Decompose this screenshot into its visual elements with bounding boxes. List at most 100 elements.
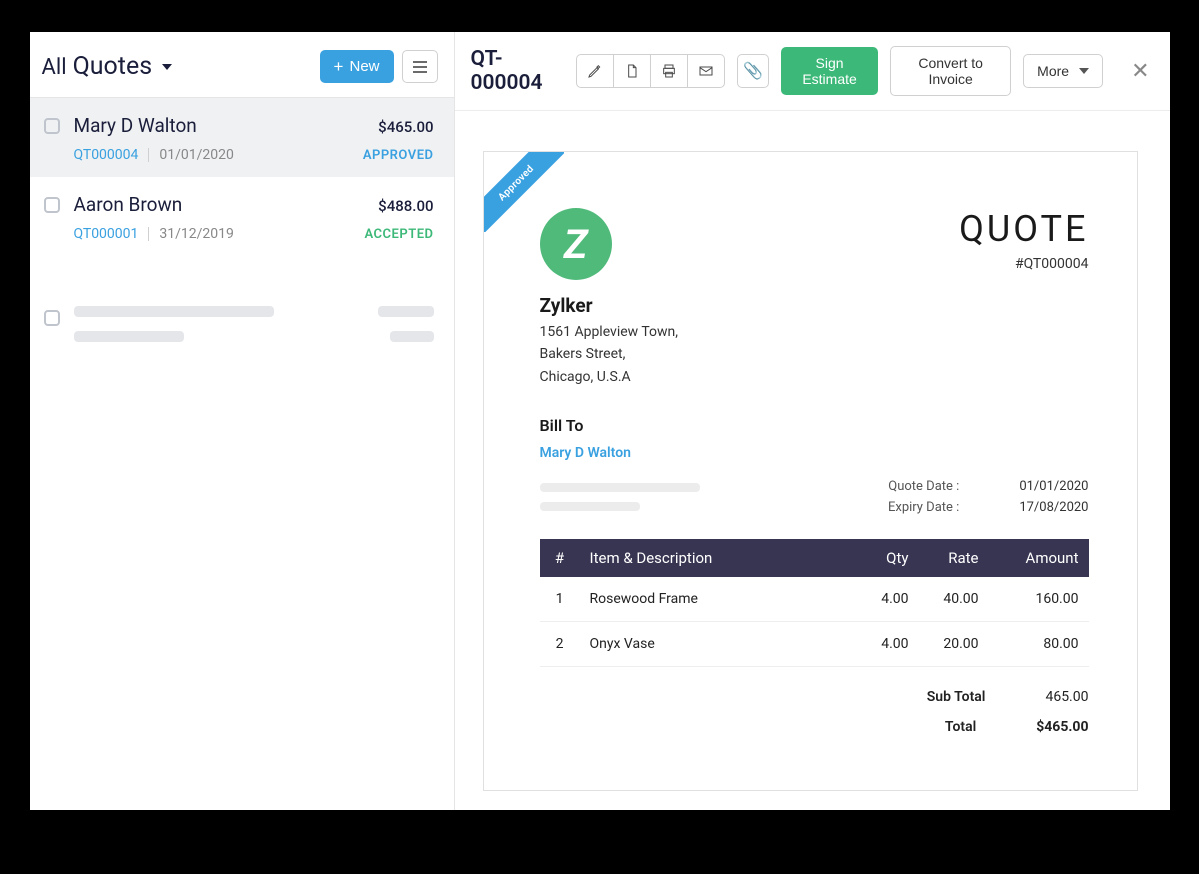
quote-status: APPROVED (363, 148, 434, 163)
table-row: 2Onyx Vase4.0020.0080.00 (540, 622, 1089, 667)
quote-date: 31/12/2019 (159, 226, 234, 242)
chevron-down-icon (1079, 68, 1089, 74)
document-header: Z Zylker 1561 Appleview Town, Bakers Str… (540, 208, 1089, 388)
bill-to-label: Bill To (540, 416, 1089, 435)
quote-date-label: Quote Date : (888, 479, 959, 494)
paperclip-icon: 📎 (743, 61, 763, 81)
bill-to-address-placeholder (540, 483, 700, 521)
close-button[interactable]: ✕ (1127, 59, 1153, 84)
col-amount: Amount (989, 539, 1089, 577)
checkbox (44, 310, 60, 326)
more-label: More (1037, 63, 1069, 79)
address-line: Bakers Street, (540, 343, 679, 365)
cell-rate: 20.00 (919, 622, 989, 667)
quote-document: Approved Z Zylker 1561 Appleview Town, B… (483, 151, 1138, 791)
plus-icon: + (334, 58, 344, 75)
email-button[interactable] (687, 54, 725, 88)
col-number: # (540, 539, 580, 577)
pdf-button[interactable] (613, 54, 651, 88)
quote-list-item[interactable]: Mary D Walton $465.00 QT000004 01/01/2020 AP… (30, 98, 454, 177)
filter-name-label: Quotes (73, 52, 153, 81)
cell-number: 2 (540, 622, 580, 667)
items-table: # Item & Description Qty Rate Amount 1Ro… (540, 539, 1089, 667)
cell-description: Rosewood Frame (580, 577, 849, 622)
document-title: QUOTE (959, 208, 1088, 250)
divider (148, 227, 149, 241)
quote-status: ACCEPTED (364, 227, 433, 242)
filter-dropdown[interactable]: All Quotes (42, 52, 173, 81)
address-line: 1561 Appleview Town, (540, 321, 679, 343)
pencil-icon (587, 63, 603, 79)
total-value: $465.00 (1036, 719, 1088, 735)
edit-button[interactable] (576, 54, 614, 88)
status-ribbon: Approved (484, 152, 564, 232)
company-name: Zylker (540, 294, 679, 317)
quote-list: Mary D Walton $465.00 QT000004 01/01/2020 AP… (30, 98, 454, 810)
subtotal-value: 465.00 (1045, 689, 1088, 705)
checkbox[interactable] (44, 197, 60, 213)
address-line: Chicago, U.S.A (540, 366, 679, 388)
customer-name: Aaron Brown (74, 193, 183, 216)
divider (148, 148, 149, 162)
table-header-row: # Item & Description Qty Rate Amount (540, 539, 1089, 577)
customer-name: Mary D Walton (74, 114, 197, 137)
date-block: Quote Date : 01/01/2020 Expiry Date : 17… (888, 479, 1089, 521)
cell-description: Onyx Vase (580, 622, 849, 667)
quote-date-value: 01/01/2020 (1019, 479, 1088, 494)
attach-button[interactable]: 📎 (737, 54, 769, 88)
pdf-icon (624, 63, 640, 79)
quote-list-item-skeleton (30, 286, 454, 370)
quote-number: QT000004 (74, 147, 139, 163)
bill-to-customer: Mary D Walton (540, 445, 1089, 461)
cell-number: 1 (540, 577, 580, 622)
new-button-label: New (349, 58, 379, 75)
total-label: Total (945, 719, 976, 735)
col-item: Item & Description (580, 539, 849, 577)
subtotal-row: Sub Total 465.00 (540, 689, 1089, 705)
total-row: Total $465.00 (540, 719, 1089, 735)
bill-to-section: Bill To Mary D Walton (540, 416, 1089, 461)
sign-estimate-button[interactable]: Sign Estimate (781, 47, 878, 95)
totals-block: Sub Total 465.00 Total $465.00 (540, 689, 1089, 735)
print-button[interactable] (650, 54, 688, 88)
expiry-date-row: Expiry Date : 17/08/2020 (888, 500, 1089, 515)
document-number: #QT000004 (959, 256, 1088, 272)
expiry-date-value: 17/08/2020 (1019, 500, 1088, 515)
quote-number: QT000001 (74, 226, 139, 242)
expiry-date-label: Expiry Date : (888, 500, 959, 515)
new-quote-button[interactable]: + New (320, 50, 394, 83)
quote-amount: $488.00 (378, 197, 433, 215)
cell-qty: 4.00 (849, 622, 919, 667)
document-wrap: Approved Z Zylker 1561 Appleview Town, B… (455, 111, 1170, 810)
quote-detail-panel: QT-000004 📎 Sign Estimate Convert t (455, 32, 1170, 810)
toolbar-icon-group (576, 54, 725, 88)
cell-amount: 160.00 (989, 577, 1089, 622)
more-button[interactable]: More (1023, 54, 1103, 88)
quote-amount: $465.00 (378, 118, 433, 136)
convert-invoice-button[interactable]: Convert to Invoice (890, 46, 1011, 96)
mail-icon (698, 63, 714, 79)
filter-all-label: All (42, 55, 67, 80)
cell-qty: 4.00 (849, 577, 919, 622)
quote-date: 01/01/2020 (159, 147, 234, 163)
list-options-button[interactable] (402, 50, 438, 83)
app-root: All Quotes + New Mary D Walton $465.00 QT0… (30, 32, 1170, 810)
company-address: 1561 Appleview Town, Bakers Street, Chic… (540, 321, 679, 388)
ribbon-label: Approved (484, 152, 564, 232)
document-title-block: QUOTE #QT000004 (959, 208, 1088, 272)
subtotal-label: Sub Total (927, 689, 986, 705)
quote-list-item[interactable]: Aaron Brown $488.00 QT000001 31/12/2019 ACCE… (30, 177, 454, 256)
cell-rate: 40.00 (919, 577, 989, 622)
col-qty: Qty (849, 539, 919, 577)
chevron-down-icon (162, 64, 172, 70)
sidebar-header: All Quotes + New (30, 32, 454, 98)
quote-id-title: QT-000004 (471, 47, 557, 95)
checkbox[interactable] (44, 118, 60, 134)
bill-and-dates: Quote Date : 01/01/2020 Expiry Date : 17… (540, 469, 1089, 521)
cell-amount: 80.00 (989, 622, 1089, 667)
table-row: 1Rosewood Frame4.0040.00160.00 (540, 577, 1089, 622)
col-rate: Rate (919, 539, 989, 577)
hamburger-icon (413, 61, 427, 73)
sidebar-actions: + New (320, 50, 438, 83)
quote-date-row: Quote Date : 01/01/2020 (888, 479, 1089, 494)
